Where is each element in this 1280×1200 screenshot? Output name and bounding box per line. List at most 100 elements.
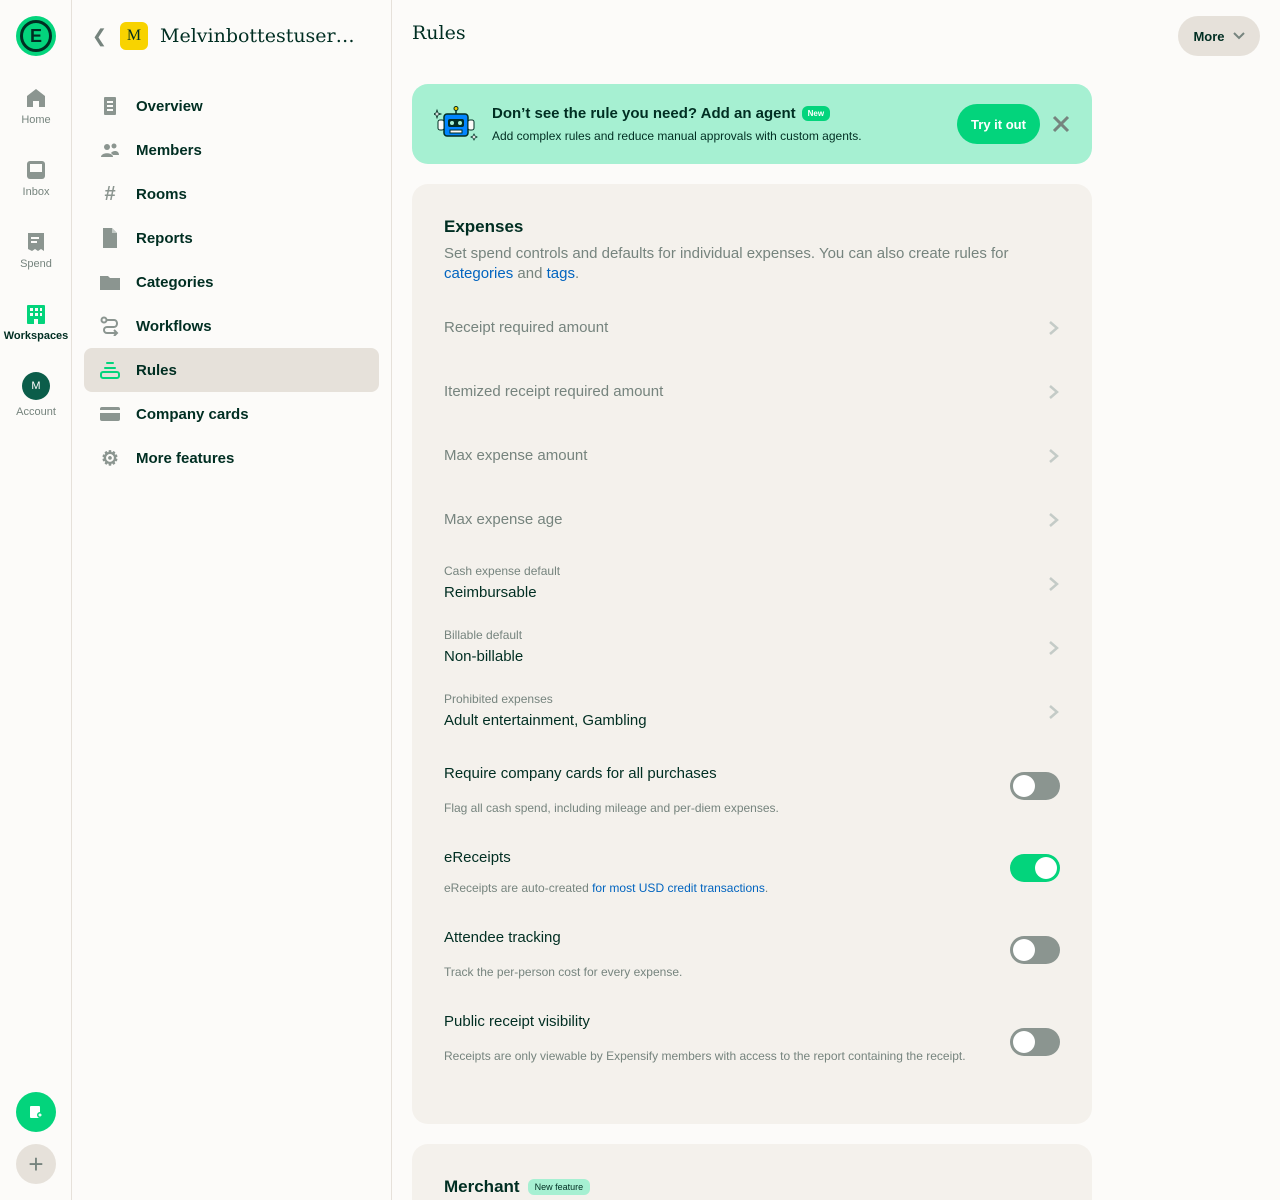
chevron-right-icon bbox=[1049, 449, 1059, 463]
chevron-right-icon bbox=[1049, 641, 1059, 655]
chevron-right-icon bbox=[1049, 513, 1059, 527]
expensify-logo[interactable]: E bbox=[16, 16, 56, 56]
try-it-out-button[interactable]: Try it out bbox=[957, 104, 1040, 144]
attendee-tracking-toggle[interactable] bbox=[1010, 936, 1060, 964]
attendee-tracking-row: Attendee tracking Track the per-person c… bbox=[444, 929, 1060, 979]
workspace-header: ❮ M Melvinbottestuser+3… bbox=[72, 16, 392, 56]
rail-label: Workspaces bbox=[3, 330, 69, 342]
sidebar-item-label: Rooms bbox=[136, 185, 187, 203]
rail-label: Account bbox=[16, 406, 56, 418]
toggle-title: Require company cards for all purchases bbox=[444, 765, 717, 782]
avatar: M bbox=[22, 372, 50, 400]
sidebar-item-label: Workflows bbox=[136, 317, 212, 335]
usd-credit-transactions-link[interactable]: for most USD credit transactions bbox=[592, 881, 765, 895]
sidebar-item-label: Rules bbox=[136, 361, 177, 379]
document-icon bbox=[100, 96, 120, 116]
workspace-sidebar: ❮ M Melvinbottestuser+3… Overview Member… bbox=[72, 0, 392, 1200]
row-value: Non-billable bbox=[444, 648, 524, 665]
inbox-icon bbox=[27, 161, 45, 179]
require-company-cards-row: Require company cards for all purchases … bbox=[444, 765, 1060, 817]
section-description: Set spend controls and defaults for indi… bbox=[444, 244, 1044, 284]
close-icon[interactable] bbox=[1051, 114, 1071, 134]
sidebar-item-label: Company cards bbox=[136, 405, 249, 423]
receipt-icon bbox=[28, 233, 44, 251]
more-button[interactable]: More bbox=[1178, 16, 1260, 56]
rail-inbox[interactable]: Inbox bbox=[0, 158, 72, 198]
left-rail: E Home Inbox Spend Workspaces M Account … bbox=[0, 0, 72, 1200]
back-arrow-icon[interactable]: ❮ bbox=[92, 26, 112, 47]
rail-label: Home bbox=[21, 114, 51, 126]
hashtag-icon: # bbox=[104, 182, 116, 205]
banner-subtitle: Add complex rules and reduce manual appr… bbox=[492, 129, 862, 143]
categories-link[interactable]: categories bbox=[444, 265, 513, 282]
folder-icon bbox=[100, 272, 120, 292]
file-icon bbox=[100, 228, 120, 248]
sidebar-item-company-cards[interactable]: Company cards bbox=[84, 392, 379, 436]
prohibited-expenses-row[interactable]: Prohibited expenses Adult entertainment,… bbox=[444, 680, 1060, 744]
row-label: Itemized receipt required amount bbox=[444, 383, 664, 400]
toggle-knob bbox=[1013, 939, 1035, 961]
sidebar-item-label: Members bbox=[136, 141, 202, 159]
agent-banner: Don’t see the rule you need? Add an agen… bbox=[412, 84, 1092, 164]
row-value: Reimbursable bbox=[444, 584, 537, 601]
toggle-description: eReceipts are auto-created for most USD … bbox=[444, 880, 974, 896]
desc-text: Set spend controls and defaults for indi… bbox=[444, 245, 1009, 262]
rail-spend[interactable]: Spend bbox=[0, 230, 72, 270]
row-label: Cash expense default bbox=[444, 564, 561, 578]
page-title: Rules bbox=[412, 22, 466, 44]
sidebar-item-rules[interactable]: Rules bbox=[84, 348, 379, 392]
receipt-plus-icon bbox=[30, 1106, 43, 1118]
billable-default-row[interactable]: Billable default Non-billable bbox=[444, 616, 1060, 680]
receipt-required-amount-row[interactable]: Receipt required amount bbox=[444, 296, 1060, 360]
sidebar-item-workflows[interactable]: Workflows bbox=[84, 304, 379, 348]
rail-account[interactable]: M Account bbox=[0, 372, 72, 418]
tags-link[interactable]: tags bbox=[547, 265, 575, 282]
itemized-receipt-required-amount-row[interactable]: Itemized receipt required amount bbox=[444, 360, 1060, 424]
workflow-icon bbox=[100, 316, 120, 336]
building-icon bbox=[27, 305, 45, 324]
robot-icon bbox=[434, 106, 478, 141]
rail-label: Inbox bbox=[22, 186, 50, 198]
desc-text: . bbox=[764, 881, 769, 895]
plus-icon: + bbox=[28, 1148, 44, 1179]
workspace-nav: Overview Members # Rooms Reports Categor… bbox=[84, 84, 379, 480]
rail-home[interactable]: Home bbox=[0, 86, 72, 126]
cash-expense-default-row[interactable]: Cash expense default Reimbursable bbox=[444, 552, 1060, 616]
desc-text: . bbox=[574, 265, 580, 282]
create-button[interactable]: + bbox=[16, 1144, 56, 1184]
require-company-cards-toggle[interactable] bbox=[1010, 772, 1060, 800]
sidebar-item-label: More features bbox=[136, 449, 235, 467]
row-label: Prohibited expenses bbox=[444, 692, 553, 706]
sidebar-item-overview[interactable]: Overview bbox=[84, 84, 379, 128]
sidebar-item-rooms[interactable]: # Rooms bbox=[84, 172, 379, 216]
max-expense-age-row[interactable]: Max expense age bbox=[444, 488, 1060, 552]
row-value: Adult entertainment, Gambling bbox=[444, 712, 647, 729]
toggle-knob bbox=[1035, 857, 1057, 879]
rail-workspaces[interactable]: Workspaces bbox=[0, 302, 72, 342]
row-label: Billable default bbox=[444, 628, 523, 642]
toggle-description: Flag all cash spend, including mileage a… bbox=[444, 801, 779, 815]
ereceipts-toggle[interactable] bbox=[1010, 854, 1060, 882]
sidebar-item-members[interactable]: Members bbox=[84, 128, 379, 172]
chevron-right-icon bbox=[1049, 705, 1059, 719]
chevron-right-icon bbox=[1049, 577, 1059, 591]
public-receipt-visibility-row: Public receipt visibility Receipts are o… bbox=[444, 1013, 1060, 1083]
sidebar-item-categories[interactable]: Categories bbox=[84, 260, 379, 304]
sidebar-item-more-features[interactable]: ⚙ More features bbox=[84, 436, 379, 480]
card-icon bbox=[100, 404, 120, 424]
max-expense-amount-row[interactable]: Max expense amount bbox=[444, 424, 1060, 488]
home-icon bbox=[27, 89, 45, 107]
new-expense-button[interactable] bbox=[16, 1092, 56, 1132]
sidebar-item-label: Reports bbox=[136, 229, 193, 247]
users-icon bbox=[100, 140, 120, 160]
banner-title: Don’t see the rule you need? Add an agen… bbox=[492, 105, 831, 122]
rules-icon bbox=[100, 360, 120, 380]
banner-title-text: Don’t see the rule you need? Add an agen… bbox=[492, 105, 796, 122]
sidebar-item-label: Overview bbox=[136, 97, 203, 115]
chevron-down-icon bbox=[1232, 32, 1245, 40]
desc-text: and bbox=[513, 265, 547, 282]
section-title: Merchant New feature bbox=[444, 1177, 591, 1197]
sidebar-item-reports[interactable]: Reports bbox=[84, 216, 379, 260]
workspace-name: Melvinbottestuser+3… bbox=[160, 25, 370, 47]
public-receipt-visibility-toggle[interactable] bbox=[1010, 1028, 1060, 1056]
